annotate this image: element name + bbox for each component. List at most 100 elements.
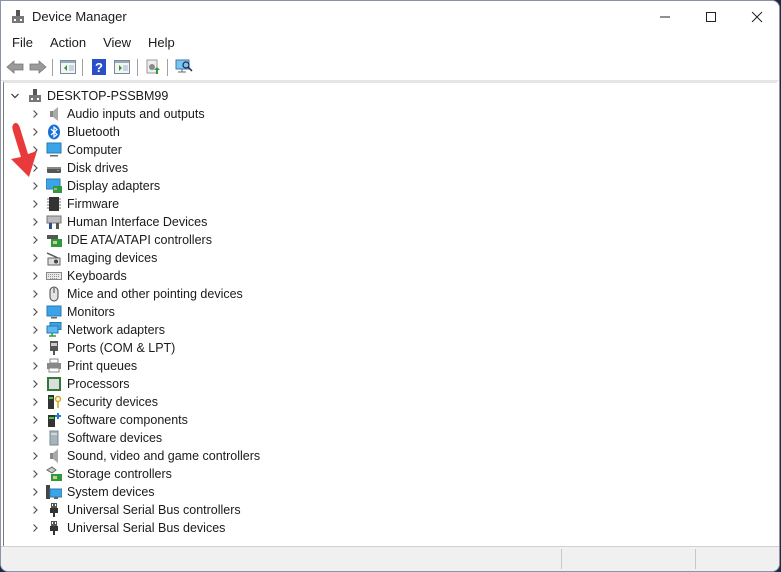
toolbar-divider	[82, 59, 83, 76]
category-label: Keyboards	[67, 269, 127, 283]
chevron-right-icon[interactable]	[30, 199, 40, 209]
chevron-right-icon[interactable]	[30, 523, 40, 533]
help-button[interactable]: ?	[88, 57, 110, 77]
close-button[interactable]	[734, 1, 779, 33]
tree-category-system-devices[interactable]: System devices	[30, 483, 155, 501]
tree-category-disk-drives[interactable]: Disk drives	[30, 159, 128, 177]
chevron-right-icon[interactable]	[30, 343, 40, 353]
menu-help[interactable]: Help	[142, 33, 181, 53]
update-driver-button[interactable]	[142, 57, 164, 77]
back-button[interactable]	[4, 57, 26, 77]
tree-category-audio-inputs-and-outputs[interactable]: Audio inputs and outputs	[30, 105, 205, 123]
chevron-right-icon[interactable]	[30, 505, 40, 515]
category-label: IDE ATA/ATAPI controllers	[67, 233, 212, 247]
ide-controller-icon	[46, 232, 62, 248]
status-pane-divider	[695, 549, 696, 569]
bluetooth-icon	[46, 124, 62, 140]
properties-pane-button[interactable]	[111, 57, 133, 77]
minimize-icon	[660, 16, 670, 18]
chevron-right-icon[interactable]	[30, 325, 40, 335]
tree-category-sound-video-and-game-controllers[interactable]: Sound, video and game controllers	[30, 447, 260, 465]
tree-category-software-devices[interactable]: Software devices	[30, 429, 162, 447]
device-tree[interactable]: DESKTOP-PSSBM99 Audio inputs and outputs…	[3, 81, 777, 546]
category-label: Software devices	[67, 431, 163, 445]
tree-category-security-devices[interactable]: Security devices	[30, 393, 158, 411]
tree-category-bluetooth[interactable]: Bluetooth	[30, 123, 120, 141]
firmware-chip-icon	[46, 196, 62, 212]
close-icon	[751, 11, 763, 23]
tree-category-human-interface-devices[interactable]: Human Interface Devices	[30, 213, 207, 231]
minimize-button[interactable]	[642, 1, 688, 33]
title-bar[interactable]: Device Manager	[1, 1, 779, 33]
device-manager-app-icon	[12, 10, 24, 23]
network-adapter-icon	[46, 322, 62, 338]
chevron-right-icon[interactable]	[30, 469, 40, 479]
menu-view[interactable]: View	[97, 33, 137, 53]
usb-icon	[46, 502, 62, 518]
software-device-icon	[46, 430, 62, 446]
tree-category-network-adapters[interactable]: Network adapters	[30, 321, 165, 339]
processor-icon	[46, 376, 62, 392]
tree-category-display-adapters[interactable]: Display adapters	[30, 177, 160, 195]
chevron-right-icon[interactable]	[30, 433, 40, 443]
menu-file[interactable]: File	[6, 33, 39, 53]
storage-controller-icon	[46, 466, 62, 482]
tree-category-computer[interactable]: Computer	[30, 141, 122, 159]
chevron-right-icon[interactable]	[30, 253, 40, 263]
category-label: Universal Serial Bus devices	[67, 521, 226, 535]
forward-button[interactable]	[27, 57, 49, 77]
chevron-right-icon[interactable]	[30, 109, 40, 119]
chevron-right-icon[interactable]	[30, 415, 40, 425]
scan-hardware-changes-button[interactable]	[173, 57, 195, 77]
scan-hardware-icon	[175, 59, 193, 73]
category-label: Security devices	[67, 395, 159, 409]
tree-category-monitors[interactable]: Monitors	[30, 303, 115, 321]
chevron-right-icon[interactable]	[30, 307, 40, 317]
tree-root-node[interactable]: DESKTOP-PSSBM99	[10, 87, 168, 105]
category-label: Audio inputs and outputs	[67, 107, 205, 121]
tree-category-firmware[interactable]: Firmware	[30, 195, 119, 213]
category-label: Software components	[67, 413, 188, 427]
tree-category-mice-and-other-pointing-devices[interactable]: Mice and other pointing devices	[30, 285, 243, 303]
computer-icon	[46, 142, 62, 158]
tree-category-processors[interactable]: Processors	[30, 375, 130, 393]
maximize-icon	[706, 12, 716, 22]
forward-arrow-icon	[29, 60, 47, 74]
menu-action[interactable]: Action	[44, 33, 92, 53]
category-label: System devices	[67, 485, 155, 499]
show-hide-console-tree-button[interactable]	[57, 57, 79, 77]
toolbar-divider	[167, 59, 168, 76]
tree-category-ide-ata-atapi-controllers[interactable]: IDE ATA/ATAPI controllers	[30, 231, 212, 249]
tree-category-software-components[interactable]: Software components	[30, 411, 188, 429]
chevron-right-icon[interactable]	[30, 235, 40, 245]
tree-category-ports-com-lpt[interactable]: Ports (COM & LPT)	[30, 339, 175, 357]
category-label: Monitors	[67, 305, 115, 319]
chevron-right-icon[interactable]	[30, 181, 40, 191]
menu-bar: File Action View Help	[1, 33, 779, 53]
chevron-right-icon[interactable]	[30, 217, 40, 227]
status-pane-divider	[561, 549, 562, 569]
device-manager-window: Device Manager File Action View Help ? D…	[0, 0, 780, 572]
tree-category-universal-serial-bus-devices[interactable]: Universal Serial Bus devices	[30, 519, 225, 537]
status-bar	[1, 546, 779, 571]
tree-category-universal-serial-bus-controllers[interactable]: Universal Serial Bus controllers	[30, 501, 241, 519]
tree-category-storage-controllers[interactable]: Storage controllers	[30, 465, 172, 483]
maximize-button[interactable]	[688, 1, 734, 33]
console-tree-icon	[60, 60, 76, 74]
chevron-right-icon[interactable]	[30, 289, 40, 299]
tree-category-print-queues[interactable]: Print queues	[30, 357, 137, 375]
chevron-right-icon[interactable]	[30, 271, 40, 281]
category-label: Mice and other pointing devices	[67, 287, 243, 301]
properties-pane-icon	[114, 60, 130, 74]
chevron-right-icon[interactable]	[30, 379, 40, 389]
chevron-right-icon[interactable]	[30, 487, 40, 497]
camera-icon	[46, 250, 62, 266]
chevron-right-icon[interactable]	[30, 361, 40, 371]
chevron-right-icon[interactable]	[30, 397, 40, 407]
toolbar-divider	[137, 59, 138, 76]
tree-category-keyboards[interactable]: Keyboards	[30, 267, 127, 285]
tree-category-imaging-devices[interactable]: Imaging devices	[30, 249, 157, 267]
computer-root-icon	[27, 88, 43, 104]
chevron-right-icon[interactable]	[30, 451, 40, 461]
chevron-down-icon[interactable]	[10, 91, 20, 101]
